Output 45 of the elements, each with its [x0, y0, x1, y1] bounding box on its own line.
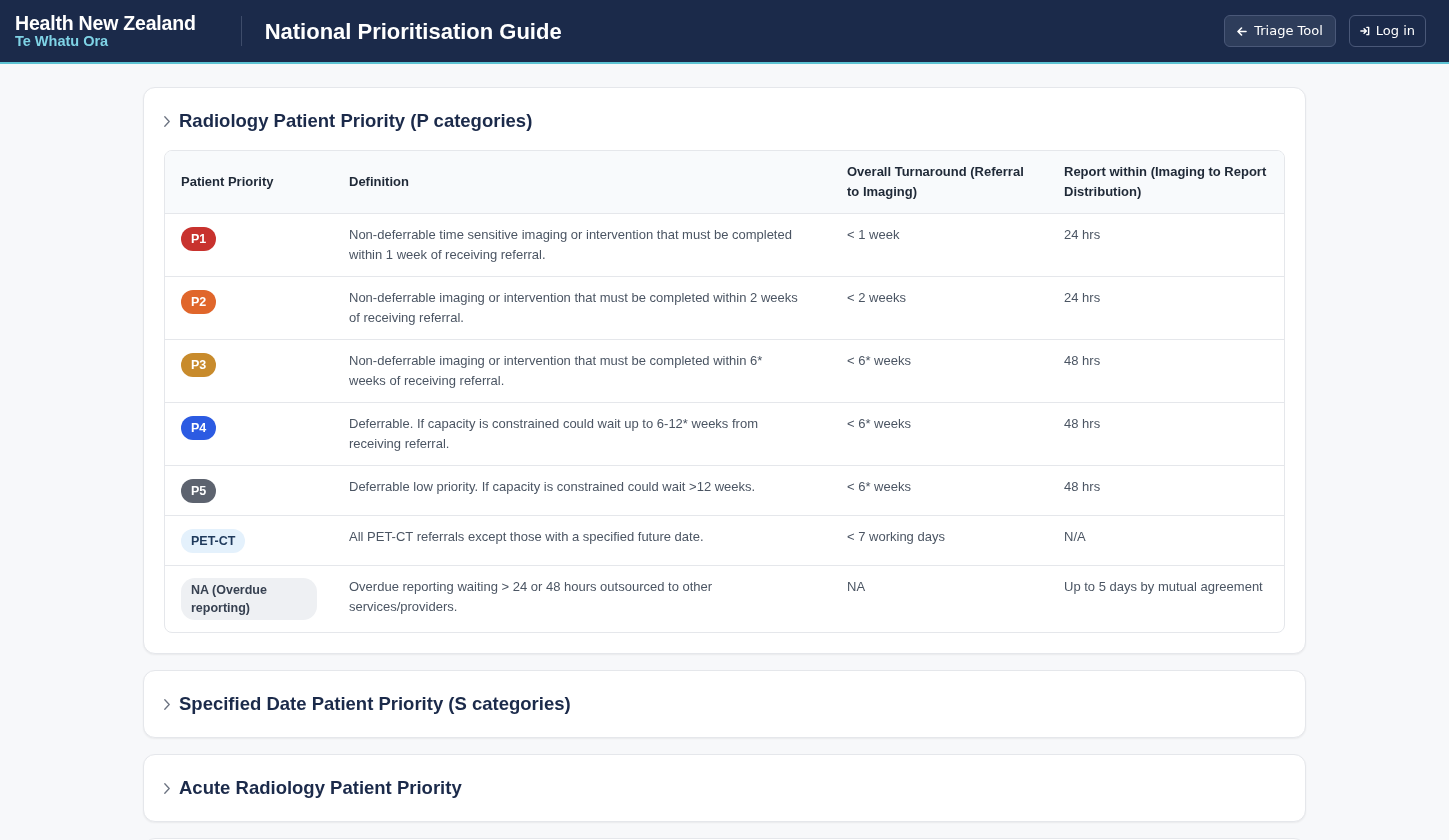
table-cell: 48 hrs: [1048, 465, 1284, 516]
table-cell: Deferrable low priority. If capacity is constrained could wait >12 weeks.: [333, 465, 831, 516]
column-header: Patient Priority: [165, 151, 333, 214]
table-cell: NA: [831, 565, 1048, 632]
chevron-right-icon: [164, 115, 170, 127]
login-icon: [1359, 26, 1370, 36]
table-cell: Non-deferrable imaging or intervention that must be completed within 2 weeks of receiving referral.: [333, 276, 831, 340]
table-cell: N/A: [1048, 515, 1284, 566]
priority-badge: P4: [181, 416, 217, 440]
table-cell: 24 hrs: [1048, 213, 1284, 277]
priority-badge: P3: [181, 353, 217, 377]
page-title: National Prioritisation Guide: [264, 17, 562, 46]
login-button[interactable]: Log in: [1348, 15, 1426, 47]
arrow-left-icon: [1237, 26, 1248, 36]
priority-badge: P5: [181, 479, 217, 503]
table-cell: 48 hrs: [1048, 402, 1284, 466]
table-cell: Non-deferrable time sensitive imaging or intervention that must be completed within 1 week of receiving referral.: [333, 213, 831, 277]
column-header: Definition: [333, 151, 831, 214]
table-cell: Non-deferrable imaging or intervention that must be completed within 6* weeks of receiving referral.: [333, 339, 831, 403]
table-cell: < 1 week: [831, 213, 1048, 277]
accordion-header[interactable]: Acute Radiology Patient Priority: [164, 775, 462, 801]
table-cell: 48 hrs: [1048, 339, 1284, 403]
priority-badge: P1: [181, 227, 217, 251]
table-cell: < 6* weeks: [831, 402, 1048, 466]
table-cell: < 2 weeks: [831, 276, 1048, 340]
brand-subtitle: Te Whatu Ora: [15, 32, 110, 50]
accordion-header[interactable]: Specified Date Patient Priority (S categories): [164, 691, 571, 717]
brand-name: Health New Zealand: [15, 12, 196, 33]
priority-badge: NA (Overdue reporting): [181, 578, 317, 620]
priority-badge: P2: [181, 290, 217, 314]
back-button[interactable]: Triage Tool: [1224, 15, 1336, 47]
table-cell: < 6* weeks: [831, 339, 1048, 403]
accordion-header[interactable]: Radiology Patient Priority (P categories): [164, 108, 533, 134]
column-header: Overall Turnaround (Referral to Imaging): [831, 151, 1048, 214]
table-cell: 24 hrs: [1048, 276, 1284, 340]
table-cell: < 7 working days: [831, 515, 1048, 566]
priority-badge: PET-CT: [181, 529, 246, 553]
table-cell: Overdue reporting waiting > 24 or 48 hours outsourced to other services/providers.: [333, 565, 831, 632]
table-cell: Deferrable. If capacity is constrained could wait up to 6-12* weeks from receiving referral.: [333, 402, 831, 466]
table-cell: Up to 5 days by mutual agreement: [1048, 565, 1284, 632]
table-cell: All PET-CT referrals except those with a specified future date.: [333, 515, 831, 566]
table-cell: < 6* weeks: [831, 465, 1048, 516]
chevron-right-icon: [164, 698, 170, 710]
column-header: Report within (Imaging to Report Distribution): [1048, 151, 1284, 214]
chevron-right-icon: [164, 782, 170, 794]
